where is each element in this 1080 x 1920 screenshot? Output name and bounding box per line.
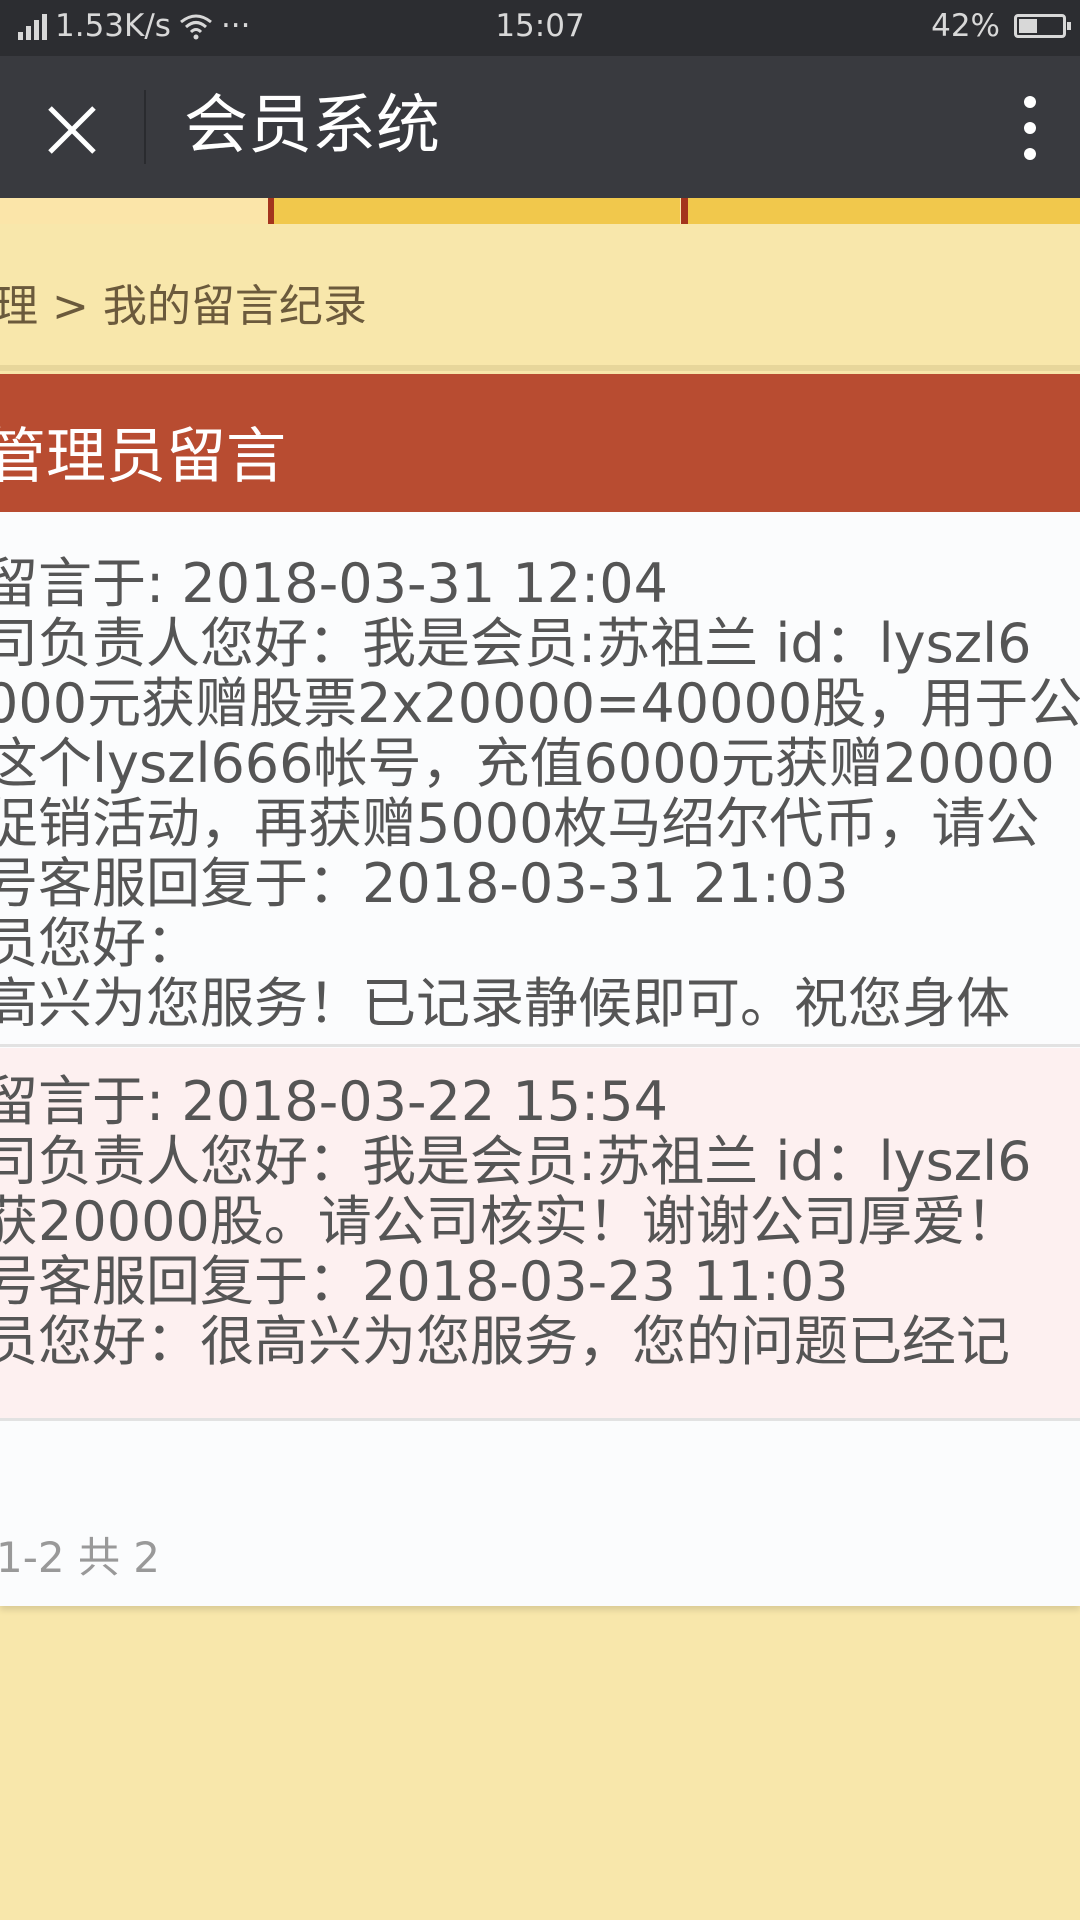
message-line: 员您好： [0,912,200,975]
title-divider [144,90,146,164]
tab-2[interactable] [274,198,680,224]
message-line: 司负责人您好：我是会员:苏祖兰 id：lyszl6 [0,1130,1032,1193]
message-line: 促销活动，再获赠5000枚马绍尔代币，请公 [0,792,1040,855]
panel-header: 管理员留言 [0,374,1080,512]
page-title: 会员系统 [184,89,440,163]
more-vertical-icon[interactable] [1018,96,1042,160]
message-item: 留言于: 2018-03-22 15:54 司负责人您好：我是会员:苏祖兰 id… [0,1048,1080,1418]
message-line: 高兴为您服务！已记录静候即可。祝您身体 [0,972,1010,1035]
message-line: 这个lyszl666帐号，充值6000元获赠20000 [0,732,1055,795]
tab-3[interactable] [688,198,1080,224]
messages-panel: 管理员留言 留言于: 2018-03-31 12:04 司负责人您好：我是会员:… [0,374,1080,1606]
message-line: 号客服回复于：2018-03-23 11:03 [0,1250,849,1313]
message-line: 获20000股。请公司核实！谢谢公司厚爱！ [0,1190,1020,1253]
status-time: 15:07 [495,8,585,44]
message-divider [0,1044,1080,1047]
message-line: 司负责人您好：我是会员:苏祖兰 id：lyszl6 [0,612,1032,675]
tab-strip [0,198,1080,226]
breadcrumb-divider [0,365,1080,371]
tab-1[interactable] [0,198,268,224]
breadcrumb: 理 > 我的留言纪录 [0,226,1080,368]
message-line: 员您好：很高兴为您服务，您的问题已经记 [0,1310,1010,1373]
pagination-info: 1-2 共 2 [0,1524,164,1585]
tab-separator [681,198,688,224]
status-bar: 1.53K/s ··· 15:07 42% [0,0,1080,56]
close-icon[interactable] [42,100,102,160]
status-right: 42% [931,8,1071,44]
battery-fill [1019,19,1037,33]
app-titlebar: 会员系统 [0,56,1080,198]
pagination-text: 1-2 共 2 [0,1533,161,1582]
message-divider [0,1418,1080,1421]
message-line: 留言于: 2018-03-31 12:04 [0,552,668,615]
message-line: 留言于: 2018-03-22 15:54 [0,1070,668,1133]
message-line: 000元获赠股票2x20000=40000股，用于公 [0,672,1080,735]
breadcrumb-text: 理 > 我的留言纪录 [0,281,367,332]
message-line: 号客服回复于：2018-03-31 21:03 [0,852,849,915]
battery-percent: 42% [931,8,1000,44]
panel-title: 管理员留言 [0,422,286,492]
message-item: 留言于: 2018-03-31 12:04 司负责人您好：我是会员:苏祖兰 id… [0,512,1080,1044]
battery-icon [1014,14,1071,38]
